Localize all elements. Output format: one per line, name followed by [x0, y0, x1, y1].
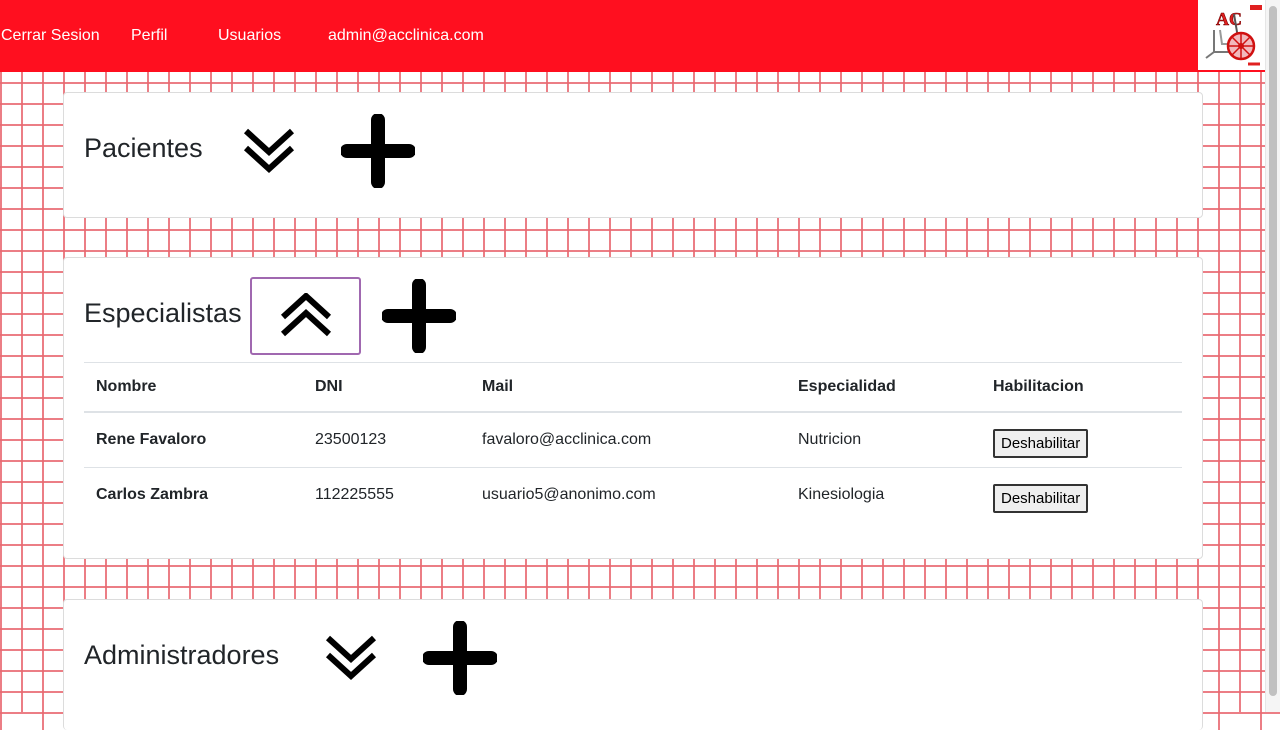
especialistas-table: Nombre DNI Mail Especialidad Habilitacio…	[84, 362, 1182, 522]
logout-link[interactable]: Cerrar Sesion	[1, 27, 100, 45]
cell-mail: usuario5@anonimo.com	[482, 486, 656, 503]
chevron-double-down-icon	[243, 128, 295, 174]
header-dni: DNI	[303, 362, 470, 413]
table-header-row: Nombre DNI Mail Especialidad Habilitacio…	[84, 362, 1182, 413]
plus-icon	[381, 278, 457, 354]
plus-icon	[340, 113, 416, 189]
cell-especialidad: Kinesiologia	[798, 486, 885, 503]
deshabilitar-button[interactable]: Deshabilitar	[993, 428, 1089, 458]
deshabilitar-button[interactable]: Deshabilitar	[993, 483, 1089, 513]
administradores-expand-button[interactable]	[322, 630, 380, 686]
profile-link[interactable]: Perfil	[131, 27, 167, 45]
cell-habilitacion: Deshabilitar	[981, 412, 1182, 468]
add-administrador-button[interactable]	[422, 620, 498, 696]
cell-dni: 112225555	[315, 486, 394, 503]
header-mail: Mail	[470, 362, 786, 413]
page-scrollbar[interactable]	[1265, 0, 1280, 712]
logo-text: AC	[1216, 9, 1242, 29]
cell-nombre: Carlos Zambra	[96, 486, 209, 503]
pacientes-card: Pacientes	[63, 92, 1203, 218]
cell-dni: 23500123	[303, 412, 470, 468]
pacientes-expand-button[interactable]	[240, 123, 298, 179]
cell-nombre: Rene Favaloro	[84, 412, 303, 468]
plus-icon	[422, 620, 498, 696]
especialistas-card: Especialistas Nombre DNI Mail Especialid…	[63, 257, 1203, 559]
add-especialista-button[interactable]	[381, 278, 457, 354]
administradores-card: Administradores	[63, 599, 1203, 730]
user-email-link[interactable]: admin@acclinica.com	[328, 27, 484, 45]
cell-habilitacion: Deshabilitar	[981, 468, 1182, 523]
chevron-double-up-icon	[280, 293, 331, 337]
clinic-logo[interactable]: AC	[1198, 0, 1266, 70]
chevron-double-down-icon	[325, 635, 377, 681]
scrollbar-thumb[interactable]	[1269, 6, 1277, 696]
table-row: Carlos Zambra 112225555 usuario5@anonimo…	[84, 468, 1182, 523]
pacientes-title: Pacientes	[84, 133, 203, 163]
wheelchair-logo-icon: AC	[1205, 5, 1262, 66]
especialistas-title: Especialistas	[84, 298, 242, 328]
cell-especialidad: Nutricion	[786, 412, 981, 468]
table-row: Rene Favaloro 23500123 favaloro@acclinic…	[84, 412, 1182, 468]
header-nombre: Nombre	[84, 362, 303, 413]
header-especialidad: Especialidad	[786, 362, 981, 413]
header-habilitacion: Habilitacion	[981, 362, 1182, 413]
administradores-title: Administradores	[84, 640, 280, 670]
cell-mail: favaloro@acclinica.com	[470, 412, 786, 468]
top-navbar: Cerrar Sesion Perfil Usuarios admin@accl…	[0, 0, 1266, 72]
add-paciente-button[interactable]	[340, 113, 416, 189]
users-link[interactable]: Usuarios	[218, 27, 281, 45]
especialistas-collapse-button[interactable]	[250, 277, 361, 355]
